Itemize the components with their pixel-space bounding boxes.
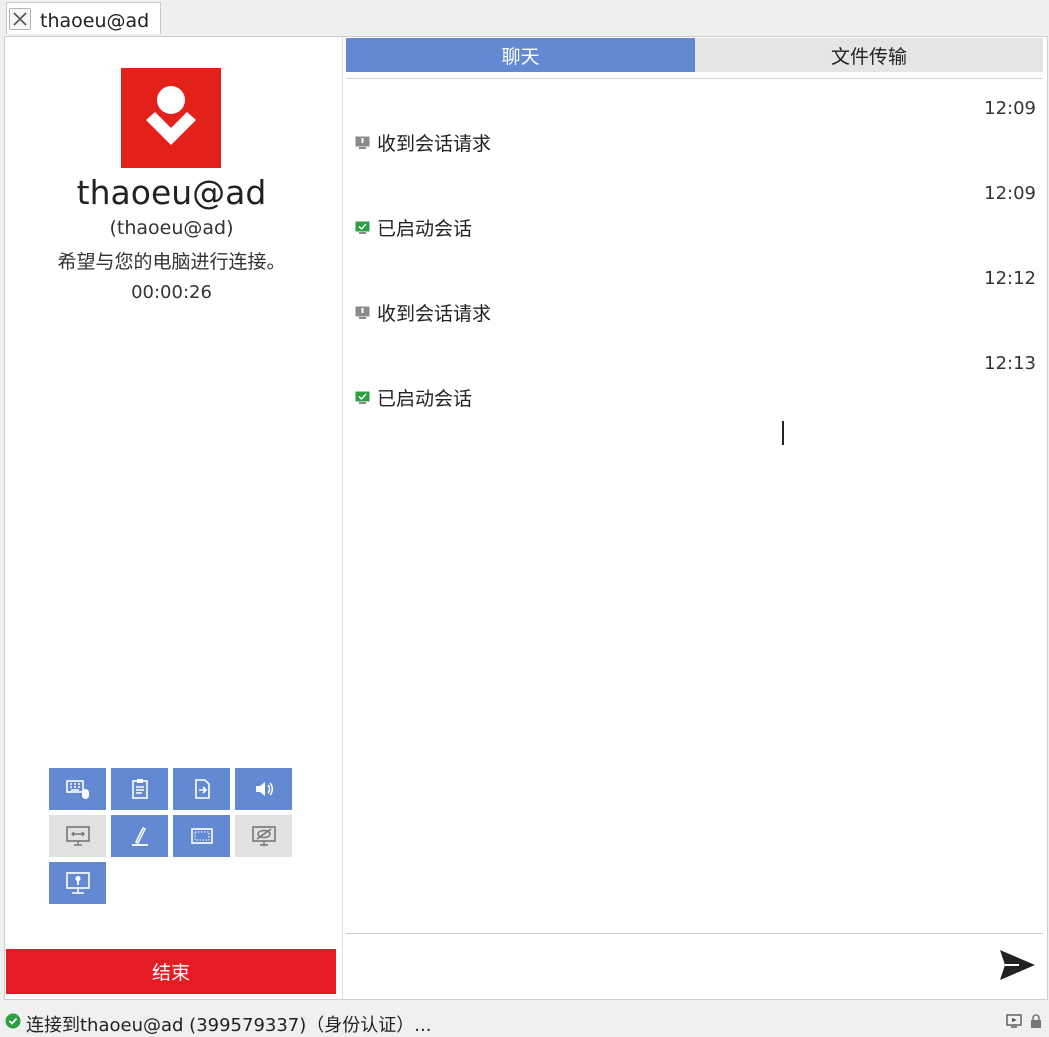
message-time: 12:09	[984, 98, 1036, 119]
message-time: 12:12	[984, 268, 1036, 289]
pane-divider	[342, 37, 343, 999]
tab-strip: thaoeu@ad	[0, 0, 1049, 36]
app-logo-icon	[146, 86, 196, 145]
session-window: thaoeu@ad (thaoeu@ad) 希望与您的电脑进行连接。 00:00…	[4, 36, 1048, 1000]
privacy-mode-icon	[251, 826, 276, 846]
draw-button[interactable]	[111, 815, 168, 857]
clipboard-button[interactable]	[111, 768, 168, 810]
tab-chat[interactable]: 聊天	[346, 38, 695, 72]
peer-name: thaoeu@ad	[76, 173, 267, 212]
peer-request-message: 希望与您的电脑进行连接。	[57, 251, 286, 273]
sound-button[interactable]	[235, 768, 292, 810]
lock-icon	[1031, 1014, 1041, 1028]
chat-panel: 聊天 文件传输 12:09 收到会话请求 12:09 已启动会话 12:12 收…	[346, 37, 1046, 999]
keyboard-mouse-icon	[65, 780, 89, 799]
peer-avatar	[121, 68, 221, 168]
end-session-button[interactable]: 结束	[6, 949, 336, 994]
send-button[interactable]	[997, 945, 1037, 985]
lock-screen-icon	[65, 872, 90, 894]
session-started-icon	[355, 221, 370, 234]
message-time: 12:13	[984, 353, 1036, 374]
status-bar: 连接到thaoeu@ad (399579337)（身份认证）...	[0, 1003, 1049, 1037]
text-caret	[782, 421, 784, 445]
message-item: 收到会话请求	[355, 299, 491, 326]
file-transfer-button[interactable]	[173, 768, 230, 810]
close-icon	[13, 12, 27, 26]
message-time: 12:09	[984, 183, 1036, 204]
message-text: 收到会话请求	[377, 133, 492, 155]
close-tab-button[interactable]	[9, 8, 31, 30]
screen-record-button[interactable]	[173, 815, 230, 857]
message-item: 收到会话请求	[355, 129, 491, 156]
switch-sides-button[interactable]	[49, 815, 106, 857]
session-request-icon	[355, 306, 370, 319]
file-transfer-icon	[194, 779, 210, 799]
connected-check-icon	[5, 1013, 21, 1029]
session-timer: 00:00:26	[131, 282, 212, 303]
draw-icon	[131, 826, 148, 846]
screen-view-icon	[1006, 1014, 1022, 1028]
chat-input-separator	[346, 933, 1043, 934]
message-text: 已启动会话	[377, 218, 473, 240]
tab-title: thaoeu@ad	[40, 10, 150, 32]
keyboard-mouse-button[interactable]	[49, 768, 106, 810]
session-tab[interactable]: thaoeu@ad	[6, 2, 161, 34]
peer-id: (thaoeu@ad)	[109, 217, 234, 239]
session-started-icon	[355, 391, 370, 404]
peer-panel: thaoeu@ad (thaoeu@ad) 希望与您的电脑进行连接。 00:00…	[5, 37, 342, 999]
privacy-mode-button[interactable]	[235, 815, 292, 857]
clipboard-icon	[131, 779, 148, 799]
lock-screen-button[interactable]	[49, 862, 106, 904]
message-text: 收到会话请求	[377, 303, 492, 325]
message-text: 已启动会话	[377, 388, 473, 410]
sound-icon	[255, 782, 273, 796]
status-text: 连接到thaoeu@ad (399579337)（身份认证）...	[26, 1015, 432, 1036]
message-item: 已启动会话	[355, 384, 472, 411]
session-request-icon	[355, 136, 370, 149]
chat-input[interactable]	[346, 937, 986, 995]
send-icon	[1000, 950, 1035, 980]
screen-record-icon	[190, 828, 213, 844]
message-item: 已启动会话	[355, 214, 472, 241]
tab-separator	[346, 78, 1043, 79]
switch-sides-icon	[65, 826, 90, 846]
tab-file-transfer[interactable]: 文件传输	[695, 38, 1043, 72]
